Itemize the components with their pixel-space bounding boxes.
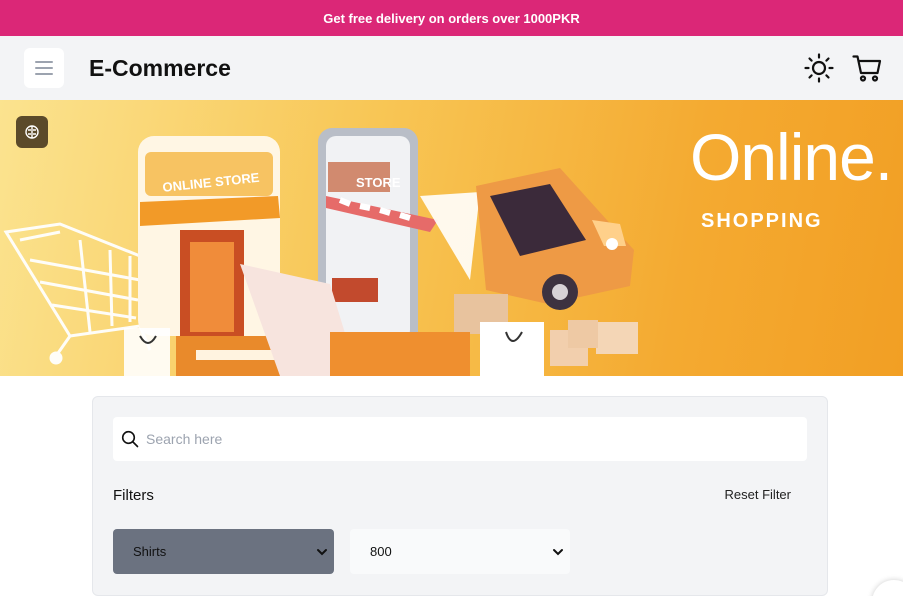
menu-icon-line: [35, 73, 53, 75]
hero-title: Online.: [690, 120, 893, 194]
menu-button[interactable]: [24, 48, 64, 88]
ai-assist-button[interactable]: [16, 116, 48, 148]
chevron-down-icon: [553, 548, 563, 555]
brand-title[interactable]: E-Commerce: [89, 55, 231, 82]
nav-actions: [803, 52, 883, 84]
filters-heading: Filters: [113, 487, 154, 504]
price-select[interactable]: 800: [350, 529, 570, 574]
cart-button[interactable]: [851, 52, 883, 84]
search-input[interactable]: [146, 431, 786, 447]
menu-icon-line: [35, 67, 53, 69]
category-select-value: Shirts: [133, 544, 167, 559]
hero-banner: ONLINE STORE STORE Online. SHOPPING: [0, 100, 903, 376]
chevron-down-icon: [317, 548, 327, 555]
brain-icon: [25, 125, 39, 139]
search-icon: [121, 430, 139, 448]
phone-sign-text: STORE: [356, 175, 401, 190]
navbar: E-Commerce: [0, 36, 903, 100]
filter-panel: Filters Reset Filter Shirts 800: [92, 396, 828, 596]
cart-icon: [852, 55, 882, 82]
reset-filter-button[interactable]: Reset Filter: [725, 487, 791, 502]
chat-widget-button[interactable]: [872, 580, 903, 596]
sun-icon: [804, 53, 834, 83]
hero-subtitle: SHOPPING: [701, 210, 823, 232]
promo-banner: Get free delivery on orders over 1000PKR: [0, 0, 903, 36]
menu-icon-line: [35, 61, 53, 63]
category-select[interactable]: Shirts: [113, 529, 334, 574]
theme-toggle-button[interactable]: [803, 52, 835, 84]
promo-text: Get free delivery on orders over 1000PKR: [323, 10, 580, 26]
delivery-truck-illustration: [476, 168, 634, 310]
price-select-value: 800: [370, 544, 392, 559]
search-box[interactable]: [113, 417, 807, 461]
